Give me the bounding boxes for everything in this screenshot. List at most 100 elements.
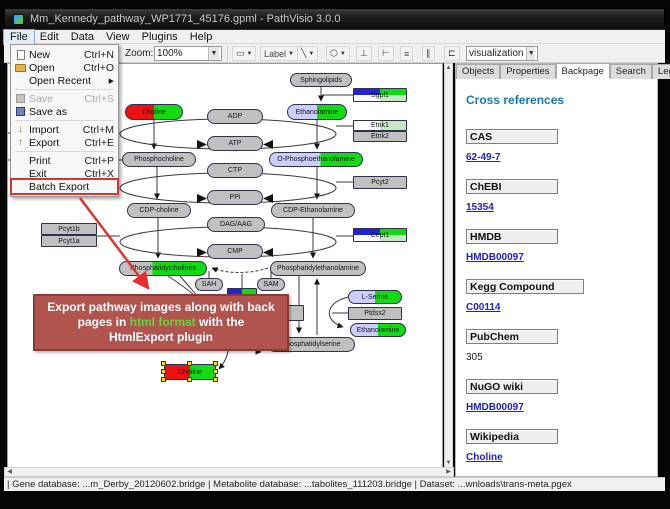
xref-section: ChEBI 15354 bbox=[466, 179, 657, 213]
menu-edit[interactable]: Edit bbox=[34, 30, 65, 44]
pathway-node-sah[interactable]: SAH bbox=[195, 278, 223, 291]
distribute-horizontal-button[interactable]: ≡ bbox=[400, 46, 413, 61]
xref-header-nugo-wiki[interactable]: NuGO wiki bbox=[466, 379, 558, 394]
pathway-node-ethanolamine-low[interactable]: Ethanolamine bbox=[350, 323, 406, 337]
xref-link[interactable]: HMDB00097 bbox=[466, 402, 657, 413]
chevron-down-icon[interactable]: ▼ bbox=[526, 47, 535, 60]
xref-link[interactable]: 15354 bbox=[466, 202, 657, 213]
scroll-up-icon[interactable]: ▲ bbox=[445, 64, 452, 72]
pathway-node-phosphatidylethanolamine[interactable]: Phosphatidylethanolamine bbox=[270, 261, 366, 276]
file-menu-item-save[interactable]: SaveCtrl+S bbox=[12, 92, 117, 105]
pathway-node-adp[interactable]: ADP bbox=[207, 109, 263, 124]
menu-item-label: New bbox=[29, 49, 84, 61]
pathway-node-l-serine[interactable]: L-Serine bbox=[348, 290, 402, 304]
menu-help[interactable]: Help bbox=[184, 30, 219, 44]
pathway-node-sgpl1[interactable]: Sgpl1 bbox=[353, 88, 407, 102]
align-horizontal-button[interactable]: ⊥ bbox=[356, 46, 372, 61]
selection-handle[interactable] bbox=[213, 377, 218, 382]
scroll-left-icon[interactable]: ◀ bbox=[5, 468, 14, 476]
vertical-scrollbar[interactable]: ▲ ▼ bbox=[444, 63, 453, 468]
selection-handle[interactable] bbox=[161, 361, 166, 366]
tab-properties[interactable]: Properties bbox=[500, 64, 555, 79]
zoom-combobox[interactable]: 100% ▼ bbox=[154, 46, 222, 61]
pathway-node-cdp-ethanolamine[interactable]: CDP-Ethanolamine bbox=[271, 203, 355, 218]
pathway-node-ppi[interactable]: PPi bbox=[207, 190, 263, 205]
common-size-button[interactable]: ⊏ bbox=[444, 46, 460, 61]
tab-legend[interactable]: Legend bbox=[652, 64, 670, 79]
xref-link[interactable]: C00114 bbox=[466, 302, 657, 313]
xref-header-pubchem[interactable]: PubChem bbox=[466, 329, 558, 344]
xref-header-wikipedia[interactable]: Wikipedia bbox=[466, 429, 558, 444]
line-tool-button[interactable]: ╲▼ bbox=[297, 46, 318, 61]
tab-backpage[interactable]: Backpage bbox=[556, 63, 610, 78]
file-menu-item-new[interactable]: NewCtrl+N bbox=[12, 48, 117, 61]
node-label: Etnk1 bbox=[371, 122, 389, 129]
pathway-node-cmp[interactable]: CMP bbox=[207, 244, 263, 259]
menu-file[interactable]: File bbox=[4, 30, 34, 44]
distribute-vertical-button[interactable]: ∥ bbox=[422, 46, 435, 61]
selection-handle[interactable] bbox=[187, 361, 192, 366]
menu-item-label: Export bbox=[29, 137, 85, 149]
selection-handle[interactable] bbox=[187, 377, 192, 382]
selection-handle[interactable] bbox=[213, 369, 218, 374]
datanode-button[interactable]: ▭▼ bbox=[232, 46, 256, 61]
xref-header-kegg-compound[interactable]: Kegg Compound bbox=[466, 279, 584, 294]
label-button[interactable]: Label▼ bbox=[260, 46, 298, 61]
xref-header-hmdb[interactable]: HMDB bbox=[466, 229, 558, 244]
pathway-node-o-phosphoethanolamine[interactable]: O-Phosphoethanolamine bbox=[269, 152, 363, 167]
menu-data[interactable]: Data bbox=[65, 30, 100, 44]
selection-handle[interactable] bbox=[161, 369, 166, 374]
pathway-node-choline-top[interactable]: Choline bbox=[125, 104, 183, 120]
align-vertical-button[interactable]: ⊢ bbox=[378, 46, 394, 61]
pathway-node-cept1[interactable]: Cept1 bbox=[353, 228, 407, 242]
file-menu-item-export[interactable]: ↑ExportCtrl+E bbox=[12, 136, 117, 149]
node-label: Sphingolipids bbox=[300, 77, 342, 84]
title-bar[interactable]: Mm_Kennedy_pathway_WP1771_45176.gpml - P… bbox=[4, 8, 665, 30]
pathway-node-ctp[interactable]: CTP bbox=[207, 163, 263, 178]
xref-link[interactable]: 62-49-7 bbox=[466, 152, 657, 163]
menu-item-shortcut: Ctrl+M bbox=[83, 124, 114, 136]
file-menu-item-save-as[interactable]: Save as bbox=[12, 105, 117, 118]
distribute-horizontal-icon: ≡ bbox=[404, 49, 409, 59]
selection-handle[interactable] bbox=[161, 377, 166, 382]
pathway-node-pcyt1b[interactable]: Pcyt1b bbox=[41, 223, 97, 235]
pathway-node-sam[interactable]: SAM bbox=[257, 278, 285, 291]
visualization-combobox[interactable]: visualization ▼ bbox=[466, 46, 538, 61]
file-menu-item-open[interactable]: OpenCtrl+O bbox=[12, 61, 117, 74]
file-menu-item-import[interactable]: ↓ImportCtrl+M bbox=[12, 123, 117, 136]
menu-bar: FileEditDataViewPluginsHelp bbox=[4, 30, 665, 44]
shape-tool-button[interactable]: ⬡▼ bbox=[326, 46, 350, 61]
file-menu-item-exit[interactable]: ExitCtrl+X bbox=[12, 167, 117, 180]
pathway-node-hidden-gray[interactable] bbox=[288, 305, 304, 321]
xref-section: PubChem305 bbox=[466, 329, 657, 363]
menu-view[interactable]: View bbox=[100, 30, 136, 44]
file-menu-item-batch-export[interactable]: Batch Export bbox=[12, 180, 117, 193]
side-panel-tabs: ObjectsPropertiesBackpageSearchLegend bbox=[456, 64, 670, 79]
pathway-node-etnk1[interactable]: Etnk1 bbox=[353, 120, 407, 131]
xref-header-chebi[interactable]: ChEBI bbox=[466, 179, 558, 194]
file-menu-item-print[interactable]: PrintCtrl+P bbox=[12, 154, 117, 167]
scroll-down-icon[interactable]: ▼ bbox=[445, 459, 452, 467]
pathway-node-pcyt1a[interactable]: Pcyt1a bbox=[41, 235, 97, 247]
chevron-down-icon[interactable]: ▼ bbox=[208, 47, 219, 60]
pathway-node-pcyt2[interactable]: Pcyt2 bbox=[353, 176, 407, 189]
pathway-node-cdp-choline[interactable]: CDP-choline bbox=[127, 203, 191, 218]
pathway-node-etnk2[interactable]: Etnk2 bbox=[353, 131, 407, 142]
xref-link[interactable]: HMDB00097 bbox=[466, 252, 657, 263]
pathway-node-ptdss2[interactable]: Ptdss2 bbox=[348, 307, 402, 320]
xref-link[interactable]: Choline bbox=[466, 452, 657, 463]
pathway-node-sphingolipids[interactable]: Sphingolipids bbox=[290, 73, 352, 87]
pathway-node-ethanolamine-top[interactable]: Ethanolamine bbox=[287, 104, 347, 120]
tab-search[interactable]: Search bbox=[610, 64, 652, 79]
menu-plugins[interactable]: Plugins bbox=[136, 30, 184, 44]
selection-handle[interactable] bbox=[213, 361, 218, 366]
xref-header-cas[interactable]: CAS bbox=[466, 129, 558, 144]
file-menu-item-open-recent[interactable]: Open Recent▶ bbox=[12, 74, 117, 87]
pathway-node-phosphocholine[interactable]: Phosphocholine bbox=[122, 152, 196, 167]
pathway-node-phosphatidylcholines[interactable]: Phosphatidylcholines bbox=[119, 261, 207, 276]
pathway-node-atp[interactable]: ATP bbox=[207, 136, 263, 151]
pathway-node-dag-aag[interactable]: DAG/AAG bbox=[207, 217, 265, 232]
scroll-right-icon[interactable]: ▶ bbox=[444, 468, 453, 476]
export-icon: ↑ bbox=[18, 138, 23, 148]
tab-objects[interactable]: Objects bbox=[456, 64, 500, 79]
